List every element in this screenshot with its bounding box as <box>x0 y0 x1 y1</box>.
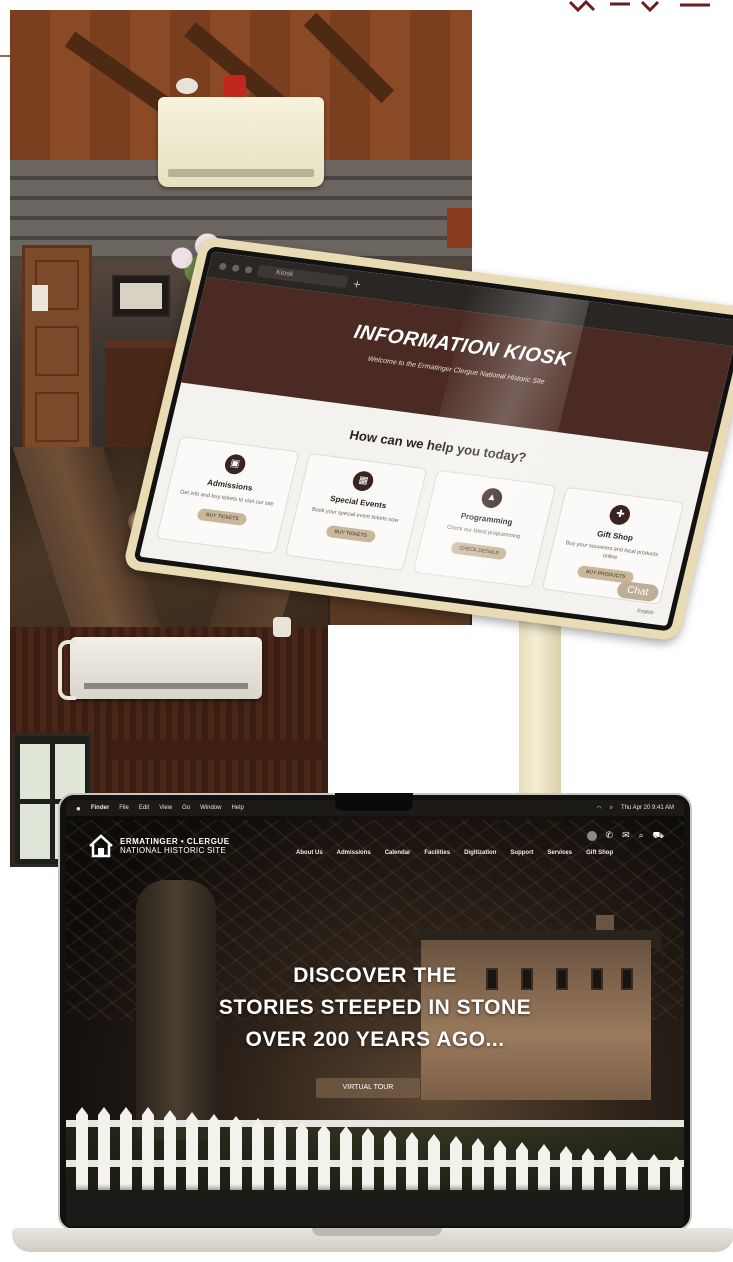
phone-icon[interactable]: ✆ <box>606 830 614 842</box>
buy-tickets-button[interactable]: BUY TICKETS <box>196 507 248 526</box>
door-sign <box>32 285 48 311</box>
check-details-button[interactable]: CHECK DETAILS <box>450 541 508 561</box>
ticket-icon: ▣ <box>222 453 248 476</box>
wifi-icon[interactable]: ◠ <box>596 805 601 812</box>
card-admissions[interactable]: ▣ Admissions Get info and buy tickets to… <box>155 435 300 555</box>
wall-shelf <box>110 740 325 760</box>
hero-line-3: OVER 200 YEARS AGO... <box>245 1028 505 1051</box>
showcase-page: Kiosk + INFORMATION KIOSK Welcome to the… <box>0 0 733 1262</box>
hero-line-1: DISCOVER THE <box>293 964 457 987</box>
card-special-events[interactable]: ▦ Special Events Book your special event… <box>284 452 428 572</box>
virtual-tour-button[interactable]: VIRTUAL TOUR <box>316 1078 420 1098</box>
search-icon[interactable]: ⌕ <box>639 830 644 842</box>
menu-finder[interactable]: Finder <box>91 805 109 811</box>
menu-window[interactable]: Window <box>200 805 221 811</box>
home-icon[interactable] <box>244 265 253 274</box>
kiosk-frame: Kiosk + INFORMATION KIOSK Welcome to the… <box>122 236 733 642</box>
fire-alarm <box>224 75 246 97</box>
nav-facilities[interactable]: Facilities <box>424 850 450 856</box>
buy-event-tickets-button[interactable]: BUY TICKETS <box>325 524 377 543</box>
apple-menu-icon[interactable]: ● <box>76 804 81 813</box>
air-conditioner-unit-2 <box>70 637 262 699</box>
site-header: ERMATINGER • CLERGUE NATIONAL HISTORIC S… <box>66 828 684 868</box>
nav-gift-shop[interactable]: Gift Shop <box>586 850 613 856</box>
security-camera <box>176 78 198 94</box>
menu-help[interactable]: Help <box>231 805 243 811</box>
nav-calendar[interactable]: Calendar <box>385 850 411 856</box>
mail-icon[interactable]: ✉ <box>622 830 630 842</box>
house-logo-icon <box>89 834 113 858</box>
nav-admissions[interactable]: Admissions <box>337 850 371 856</box>
picture-frame <box>112 275 170 317</box>
nav-support[interactable]: Support <box>510 850 533 856</box>
hero-bottom-fade <box>66 1184 684 1226</box>
cart-icon[interactable]: ⛟ <box>653 830 664 842</box>
header-icons: ✆ ✉ ⌕ ⛟ <box>586 830 664 842</box>
kiosk-screen: Kiosk + INFORMATION KIOSK Welcome to the… <box>133 245 733 632</box>
menubar-clock[interactable]: Thu Apr 20 9:41 AM <box>621 805 674 811</box>
air-conditioner-unit <box>158 97 324 187</box>
menu-file[interactable]: File <box>119 805 129 811</box>
security-camera-2 <box>273 617 291 637</box>
laptop-screen: ● Finder File Edit View Go Window Help ◠… <box>66 800 684 1226</box>
nav-about-us[interactable]: About Us <box>296 850 323 856</box>
calendar-icon: ▦ <box>351 470 376 493</box>
site-logo[interactable]: ERMATINGER • CLERGUE NATIONAL HISTORIC S… <box>88 834 230 858</box>
reload-icon[interactable] <box>231 263 241 272</box>
logo-line-1: ERMATINGER • CLERGUE <box>120 837 230 846</box>
kiosk-device: Kiosk + INFORMATION KIOSK Welcome to the… <box>122 210 733 642</box>
graduation-cap-icon: ▲ <box>479 486 504 510</box>
menu-edit[interactable]: Edit <box>139 805 149 811</box>
card-gift-shop[interactable]: ✚ Gift Shop Buy your souvenirs and local… <box>541 486 685 605</box>
card-programming[interactable]: ▲ Programming Check our latest programmi… <box>412 469 556 588</box>
hero-line-2: STORIES STEEPED IN STONE <box>218 996 532 1019</box>
back-icon[interactable] <box>218 262 228 270</box>
menu-view[interactable]: View <box>159 805 172 811</box>
gift-icon: ✚ <box>607 503 633 527</box>
ac-pipe <box>58 640 76 700</box>
hero-heading: DISCOVER THE STORIES STEEPED IN STONE OV… <box>66 960 684 1056</box>
laptop-notch <box>335 793 413 811</box>
logo-line-2: NATIONAL HISTORIC SITE <box>120 846 227 855</box>
nav-digitization[interactable]: Digitization <box>464 850 496 856</box>
language-select[interactable]: English <box>637 608 655 616</box>
menu-go[interactable]: Go <box>182 805 190 811</box>
main-nav: About Us Admissions Calendar Facilities … <box>296 850 613 856</box>
new-tab-icon[interactable]: + <box>352 276 363 292</box>
laptop-base <box>12 1228 733 1252</box>
search-icon[interactable]: ⌕ <box>610 805 613 812</box>
corner-logo-mark <box>568 0 710 12</box>
nav-services[interactable]: Services <box>547 850 572 856</box>
globe-icon[interactable] <box>586 831 597 841</box>
